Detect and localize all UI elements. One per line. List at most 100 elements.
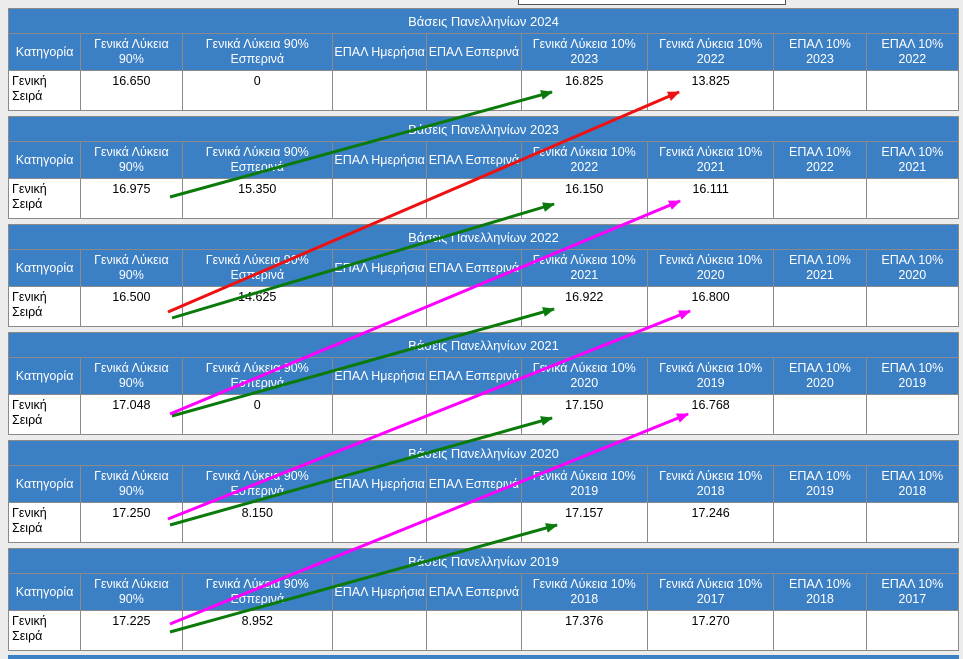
column-header: Γενικά Λύκεια 10% 2021 <box>647 142 774 178</box>
score-cell <box>427 611 521 650</box>
column-header-category: Κατηγορία <box>9 358 81 394</box>
column-header-category: Κατηγορία <box>9 574 81 610</box>
column-header-category: Κατηγορία <box>9 34 81 70</box>
column-header: ΕΠΑΛ 10% 2023 <box>774 34 866 70</box>
column-header: Γενικά Λύκεια 10% 2019 <box>647 358 774 394</box>
column-header: ΕΠΑΛ 10% 2018 <box>774 574 866 610</box>
column-header: ΕΠΑΛ 10% 2018 <box>866 466 958 502</box>
category-cell: Γενική Σειρά <box>9 503 81 542</box>
column-header: Γενικά Λύκεια 10% 2020 <box>647 250 774 286</box>
column-header: ΕΠΑΛ Εσπερινά <box>427 358 521 394</box>
table-row: Γενική Σειρά 16.650 0 16.825 13.825 <box>9 71 958 110</box>
score-cell <box>333 611 427 650</box>
score-cell <box>774 179 866 218</box>
score-cell: 16.825 <box>521 71 647 110</box>
column-header: Γενικά Λύκεια 90% <box>81 358 182 394</box>
next-table-header <box>8 655 959 659</box>
column-header: ΕΠΑΛ Ημερήσια <box>333 34 427 70</box>
table-row: Γενική Σειρά 16.500 14.625 16.922 16.800 <box>9 287 958 326</box>
score-cell <box>866 611 958 650</box>
score-cell: 17.225 <box>81 611 182 650</box>
scores-table: Βάσεις Πανελληνίων 2024 Κατηγορία Γενικά Λ… <box>8 8 959 111</box>
column-header-category: Κατηγορία <box>9 142 81 178</box>
score-cell: 17.250 <box>81 503 182 542</box>
score-cell: 14.625 <box>182 287 332 326</box>
scores-table: Βάσεις Πανελληνίων 2022 Κατηγορία Γενικά Λ… <box>8 224 959 327</box>
header-row: Κατηγορία Γενικά Λύκεια 90% Γενικά Λύκεια … <box>9 250 958 286</box>
category-cell: Γενική Σειρά <box>9 611 81 650</box>
header-row: Κατηγορία Γενικά Λύκεια 90% Γενικά Λύκεια … <box>9 574 958 610</box>
column-header: ΕΠΑΛ 10% 2019 <box>866 358 958 394</box>
column-header: Γενικά Λύκεια 90% <box>81 250 182 286</box>
score-cell <box>427 179 521 218</box>
column-header: ΕΠΑΛ 10% 2020 <box>774 358 866 394</box>
score-cell: 13.825 <box>647 71 774 110</box>
column-header: Γενικά Λύκεια 10% 2020 <box>521 358 647 394</box>
scores-table: Βάσεις Πανελληνίων 2023 Κατηγορία Γενικά Λ… <box>8 116 959 219</box>
column-header: Γενικά Λύκεια 10% 2017 <box>647 574 774 610</box>
column-header: Γενικά Λύκεια 90% <box>81 574 182 610</box>
score-cell <box>774 287 866 326</box>
header-row: Κατηγορία Γενικά Λύκεια 90% Γενικά Λύκεια … <box>9 34 958 70</box>
header-row: Κατηγορία Γενικά Λύκεια 90% Γενικά Λύκεια … <box>9 466 958 502</box>
score-cell: 17.376 <box>521 611 647 650</box>
score-cell <box>333 179 427 218</box>
score-cell <box>427 395 521 434</box>
column-header: Γενικά Λύκεια 10% 2019 <box>521 466 647 502</box>
score-cell: 15.350 <box>182 179 332 218</box>
table-row: Γενική Σειρά 16.975 15.350 16.150 16.111 <box>9 179 958 218</box>
scores-table-block: Βάσεις Πανελληνίων 2023 Κατηγορία Γενικά Λ… <box>8 116 959 219</box>
score-cell: 16.768 <box>647 395 774 434</box>
score-cell: 17.270 <box>647 611 774 650</box>
category-cell: Γενική Σειρά <box>9 71 81 110</box>
score-cell <box>333 71 427 110</box>
column-header: ΕΠΑΛ Εσπερινά <box>427 142 521 178</box>
score-cell <box>333 503 427 542</box>
column-header: Γενικά Λύκεια 10% 2018 <box>647 466 774 502</box>
column-header-category: Κατηγορία <box>9 466 81 502</box>
column-header: ΕΠΑΛ Ημερήσια <box>333 250 427 286</box>
score-cell: 17.157 <box>521 503 647 542</box>
score-cell: 17.150 <box>521 395 647 434</box>
score-cell <box>866 395 958 434</box>
column-header: ΕΠΑΛ 10% 2021 <box>774 250 866 286</box>
score-cell: 0 <box>182 395 332 434</box>
score-cell <box>866 287 958 326</box>
search-input[interactable] <box>518 0 786 5</box>
column-header: Γενικά Λύκεια 10% 2021 <box>521 250 647 286</box>
column-header: Γενικά Λύκεια 10% 2022 <box>647 34 774 70</box>
table-title: Βάσεις Πανελληνίων 2023 <box>9 117 958 141</box>
table-title: Βάσεις Πανελληνίων 2021 <box>9 333 958 357</box>
top-strip <box>0 0 963 8</box>
column-header: Γενικά Λύκεια 90% Εσπερινά <box>182 142 332 178</box>
table-title: Βάσεις Πανελληνίων 2022 <box>9 225 958 249</box>
column-header: Γενικά Λύκεια 90% Εσπερινά <box>182 250 332 286</box>
score-cell: 16.975 <box>81 179 182 218</box>
score-cell <box>774 611 866 650</box>
scores-table: Βάσεις Πανελληνίων 2019 Κατηγορία Γενικά Λ… <box>8 548 959 651</box>
score-cell <box>866 179 958 218</box>
header-row: Κατηγορία Γενικά Λύκεια 90% Γενικά Λύκεια … <box>9 142 958 178</box>
score-cell: 16.800 <box>647 287 774 326</box>
category-cell: Γενική Σειρά <box>9 395 81 434</box>
column-header: ΕΠΑΛ Ημερήσια <box>333 358 427 394</box>
column-header: ΕΠΑΛ Εσπερινά <box>427 574 521 610</box>
score-cell: 16.111 <box>647 179 774 218</box>
score-cell <box>333 287 427 326</box>
column-header: Γενικά Λύκεια 10% 2018 <box>521 574 647 610</box>
scores-table: Βάσεις Πανελληνίων 2021 Κατηγορία Γενικά Λ… <box>8 332 959 435</box>
column-header: ΕΠΑΛ Εσπερινά <box>427 466 521 502</box>
score-cell <box>427 287 521 326</box>
column-header: ΕΠΑΛ 10% 2021 <box>866 142 958 178</box>
column-header: Γενικά Λύκεια 90% <box>81 142 182 178</box>
table-title: Βάσεις Πανελληνίων 2024 <box>9 9 958 33</box>
column-header: ΕΠΑΛ 10% 2022 <box>866 34 958 70</box>
column-header: ΕΠΑΛ Εσπερινά <box>427 250 521 286</box>
column-header-category: Κατηγορία <box>9 250 81 286</box>
score-cell <box>427 503 521 542</box>
score-cell: 17.048 <box>81 395 182 434</box>
table-row: Γενική Σειρά 17.225 8.952 17.376 17.270 <box>9 611 958 650</box>
score-cell: 0 <box>182 71 332 110</box>
table-row: Γενική Σειρά 17.250 8.150 17.157 17.246 <box>9 503 958 542</box>
column-header: ΕΠΑΛ Ημερήσια <box>333 466 427 502</box>
